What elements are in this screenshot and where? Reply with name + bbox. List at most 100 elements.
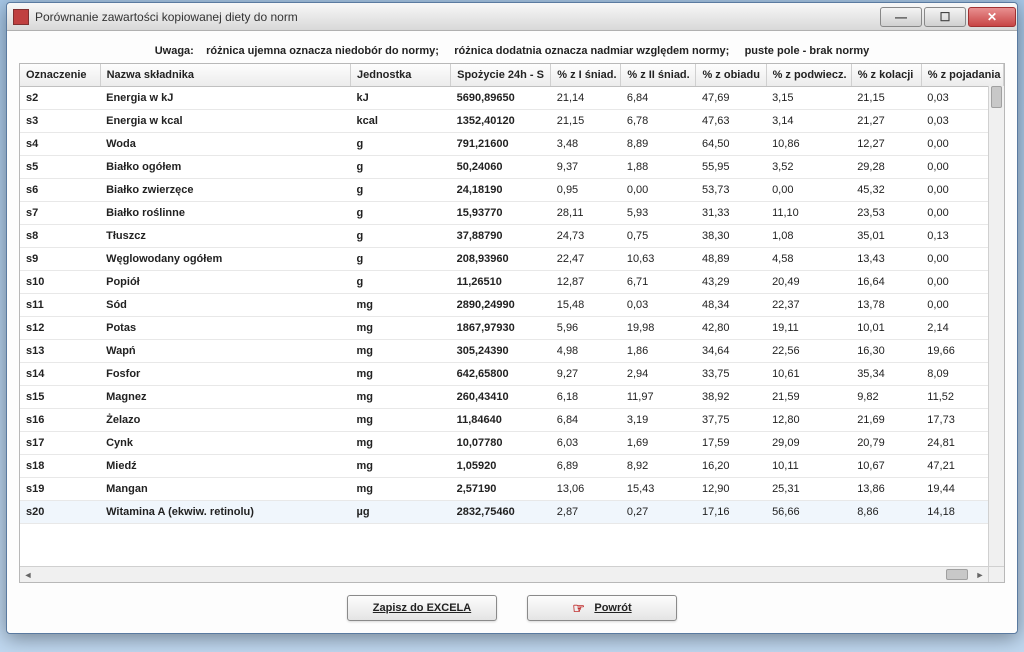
cell[interactable]: 305,24390: [451, 340, 551, 363]
cell[interactable]: 38,92: [696, 386, 766, 409]
cell[interactable]: 8,86: [851, 501, 921, 524]
cell[interactable]: 9,37: [551, 156, 621, 179]
cell[interactable]: 3,14: [766, 110, 851, 133]
cell[interactable]: 15,93770: [451, 202, 551, 225]
table-row[interactable]: s9Węglowodany ogółemg208,9396022,4710,63…: [20, 248, 1004, 271]
cell[interactable]: 10,01: [851, 317, 921, 340]
cell[interactable]: 25,31: [766, 478, 851, 501]
cell[interactable]: 9,27: [551, 363, 621, 386]
table-row[interactable]: s14Fosformg642,658009,272,9433,7510,6135…: [20, 363, 1004, 386]
col-spozycie[interactable]: Spożycie 24h - S: [451, 64, 551, 87]
cell[interactable]: g: [350, 133, 450, 156]
cell[interactable]: s19: [20, 478, 100, 501]
hscroll-thumb[interactable]: [946, 569, 968, 580]
cell[interactable]: 642,65800: [451, 363, 551, 386]
cell[interactable]: 43,29: [696, 271, 766, 294]
cell[interactable]: Węglowodany ogółem: [100, 248, 350, 271]
cell[interactable]: 3,48: [551, 133, 621, 156]
cell[interactable]: s2: [20, 87, 100, 110]
cell[interactable]: 6,84: [551, 409, 621, 432]
cell[interactable]: 2890,24990: [451, 294, 551, 317]
cell[interactable]: Miedź: [100, 455, 350, 478]
cell[interactable]: 5,93: [621, 202, 696, 225]
cell[interactable]: s20: [20, 501, 100, 524]
cell[interactable]: 31,33: [696, 202, 766, 225]
cell[interactable]: Sód: [100, 294, 350, 317]
table-row[interactable]: s19Manganmg2,5719013,0615,4312,9025,3113…: [20, 478, 1004, 501]
cell[interactable]: 21,15: [851, 87, 921, 110]
cell[interactable]: Żelazo: [100, 409, 350, 432]
maximize-button[interactable]: ☐: [924, 7, 966, 27]
cell[interactable]: s12: [20, 317, 100, 340]
cell[interactable]: 16,64: [851, 271, 921, 294]
cell[interactable]: s3: [20, 110, 100, 133]
cell[interactable]: 21,59: [766, 386, 851, 409]
cell[interactable]: 53,73: [696, 179, 766, 202]
table-row[interactable]: s3Energia w kcalkcal1352,4012021,156,784…: [20, 110, 1004, 133]
cell[interactable]: 22,47: [551, 248, 621, 271]
cell[interactable]: 2,87: [551, 501, 621, 524]
header-row[interactable]: Oznaczenie Nazwa składnika Jednostka Spo…: [20, 64, 1004, 87]
cell[interactable]: 8,92: [621, 455, 696, 478]
vscroll-thumb[interactable]: [991, 86, 1002, 108]
cell[interactable]: 24,18190: [451, 179, 551, 202]
cell[interactable]: 4,58: [766, 248, 851, 271]
cell[interactable]: 38,30: [696, 225, 766, 248]
cell[interactable]: Białko roślinne: [100, 202, 350, 225]
cell[interactable]: 29,28: [851, 156, 921, 179]
cell[interactable]: 11,97: [621, 386, 696, 409]
cell[interactable]: 19,98: [621, 317, 696, 340]
cell[interactable]: 21,69: [851, 409, 921, 432]
cell[interactable]: 791,21600: [451, 133, 551, 156]
cell[interactable]: 10,07780: [451, 432, 551, 455]
cell[interactable]: 1,08: [766, 225, 851, 248]
cell[interactable]: g: [350, 202, 450, 225]
cell[interactable]: 5,96: [551, 317, 621, 340]
table-row[interactable]: s6Białko zwierzęceg24,181900,950,0053,73…: [20, 179, 1004, 202]
cell[interactable]: 13,06: [551, 478, 621, 501]
cell[interactable]: 28,11: [551, 202, 621, 225]
table-row[interactable]: s8Tłuszczg37,8879024,730,7538,301,0835,0…: [20, 225, 1004, 248]
cell[interactable]: 1352,40120: [451, 110, 551, 133]
cell[interactable]: 260,43410: [451, 386, 551, 409]
cell[interactable]: 0,95: [551, 179, 621, 202]
cell[interactable]: 3,52: [766, 156, 851, 179]
cell[interactable]: 4,98: [551, 340, 621, 363]
cell[interactable]: Energia w kcal: [100, 110, 350, 133]
cell[interactable]: s11: [20, 294, 100, 317]
cell[interactable]: 21,27: [851, 110, 921, 133]
cell[interactable]: s4: [20, 133, 100, 156]
cell[interactable]: 10,63: [621, 248, 696, 271]
cell[interactable]: 6,89: [551, 455, 621, 478]
cell[interactable]: Wapń: [100, 340, 350, 363]
cell[interactable]: mg: [350, 478, 450, 501]
cell[interactable]: 10,67: [851, 455, 921, 478]
cell[interactable]: 0,75: [621, 225, 696, 248]
cell[interactable]: 1867,97930: [451, 317, 551, 340]
cell[interactable]: 11,10: [766, 202, 851, 225]
cell[interactable]: s7: [20, 202, 100, 225]
cell[interactable]: 1,05920: [451, 455, 551, 478]
cell[interactable]: s8: [20, 225, 100, 248]
cell[interactable]: mg: [350, 455, 450, 478]
cell[interactable]: 6,71: [621, 271, 696, 294]
cell[interactable]: mg: [350, 294, 450, 317]
cell[interactable]: 0,27: [621, 501, 696, 524]
cell[interactable]: 2,94: [621, 363, 696, 386]
cell[interactable]: 47,69: [696, 87, 766, 110]
cell[interactable]: 11,84640: [451, 409, 551, 432]
cell[interactable]: Magnez: [100, 386, 350, 409]
cell[interactable]: 12,80: [766, 409, 851, 432]
cell[interactable]: 35,01: [851, 225, 921, 248]
cell[interactable]: 22,56: [766, 340, 851, 363]
cell[interactable]: 22,37: [766, 294, 851, 317]
cell[interactable]: 23,53: [851, 202, 921, 225]
cell[interactable]: 12,90: [696, 478, 766, 501]
table-row[interactable]: s12Potasmg1867,979305,9619,9842,8019,111…: [20, 317, 1004, 340]
cell[interactable]: 16,20: [696, 455, 766, 478]
cell[interactable]: 48,89: [696, 248, 766, 271]
col-obiad[interactable]: % z obiadu: [696, 64, 766, 87]
cell[interactable]: Woda: [100, 133, 350, 156]
cell[interactable]: 20,79: [851, 432, 921, 455]
cell[interactable]: 10,86: [766, 133, 851, 156]
